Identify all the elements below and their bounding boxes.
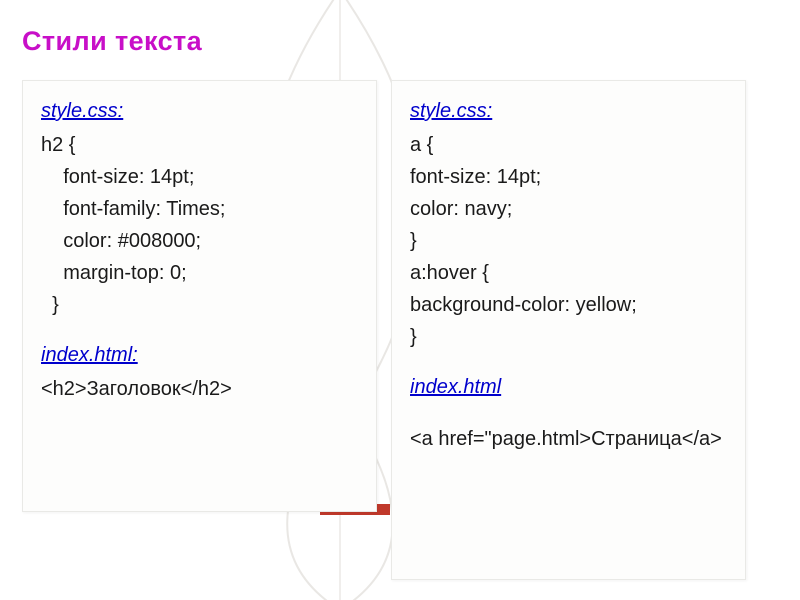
spacer [410, 405, 727, 423]
columns: style.css: h2 { font-size: 14pt; font-fa… [22, 80, 746, 580]
left-html-file-label: index.html: [41, 339, 358, 371]
code-line: font-size: 14pt; [41, 161, 358, 193]
spacer [410, 353, 727, 371]
code-line: h2 { [41, 129, 358, 161]
spacer [41, 321, 358, 339]
code-line: a { [410, 129, 727, 161]
code-line: a:hover { [410, 257, 727, 289]
code-line: <h2>Заголовок</h2> [41, 373, 358, 405]
code-line: } [410, 225, 727, 257]
code-line: <a href="page.html>Страница</a> [410, 423, 727, 455]
code-line: font-family: Times; [41, 193, 358, 225]
right-panel: style.css: a { font-size: 14pt; color: n… [391, 80, 746, 580]
code-line: color: #008000; [41, 225, 358, 257]
slide-title: Стили текста [22, 26, 202, 57]
code-line: font-size: 14pt; [410, 161, 727, 193]
code-line: } [41, 289, 358, 321]
code-line: margin-top: 0; [41, 257, 358, 289]
right-html-file-label: index.html [410, 371, 727, 403]
code-line: color: navy; [410, 193, 727, 225]
code-line: } [410, 321, 727, 353]
slide: Стили текста style.css: h2 { font-size: … [0, 0, 800, 600]
right-css-file-label: style.css: [410, 95, 727, 127]
code-line: background-color: yellow; [410, 289, 727, 321]
left-panel: style.css: h2 { font-size: 14pt; font-fa… [22, 80, 377, 512]
left-css-file-label: style.css: [41, 95, 358, 127]
